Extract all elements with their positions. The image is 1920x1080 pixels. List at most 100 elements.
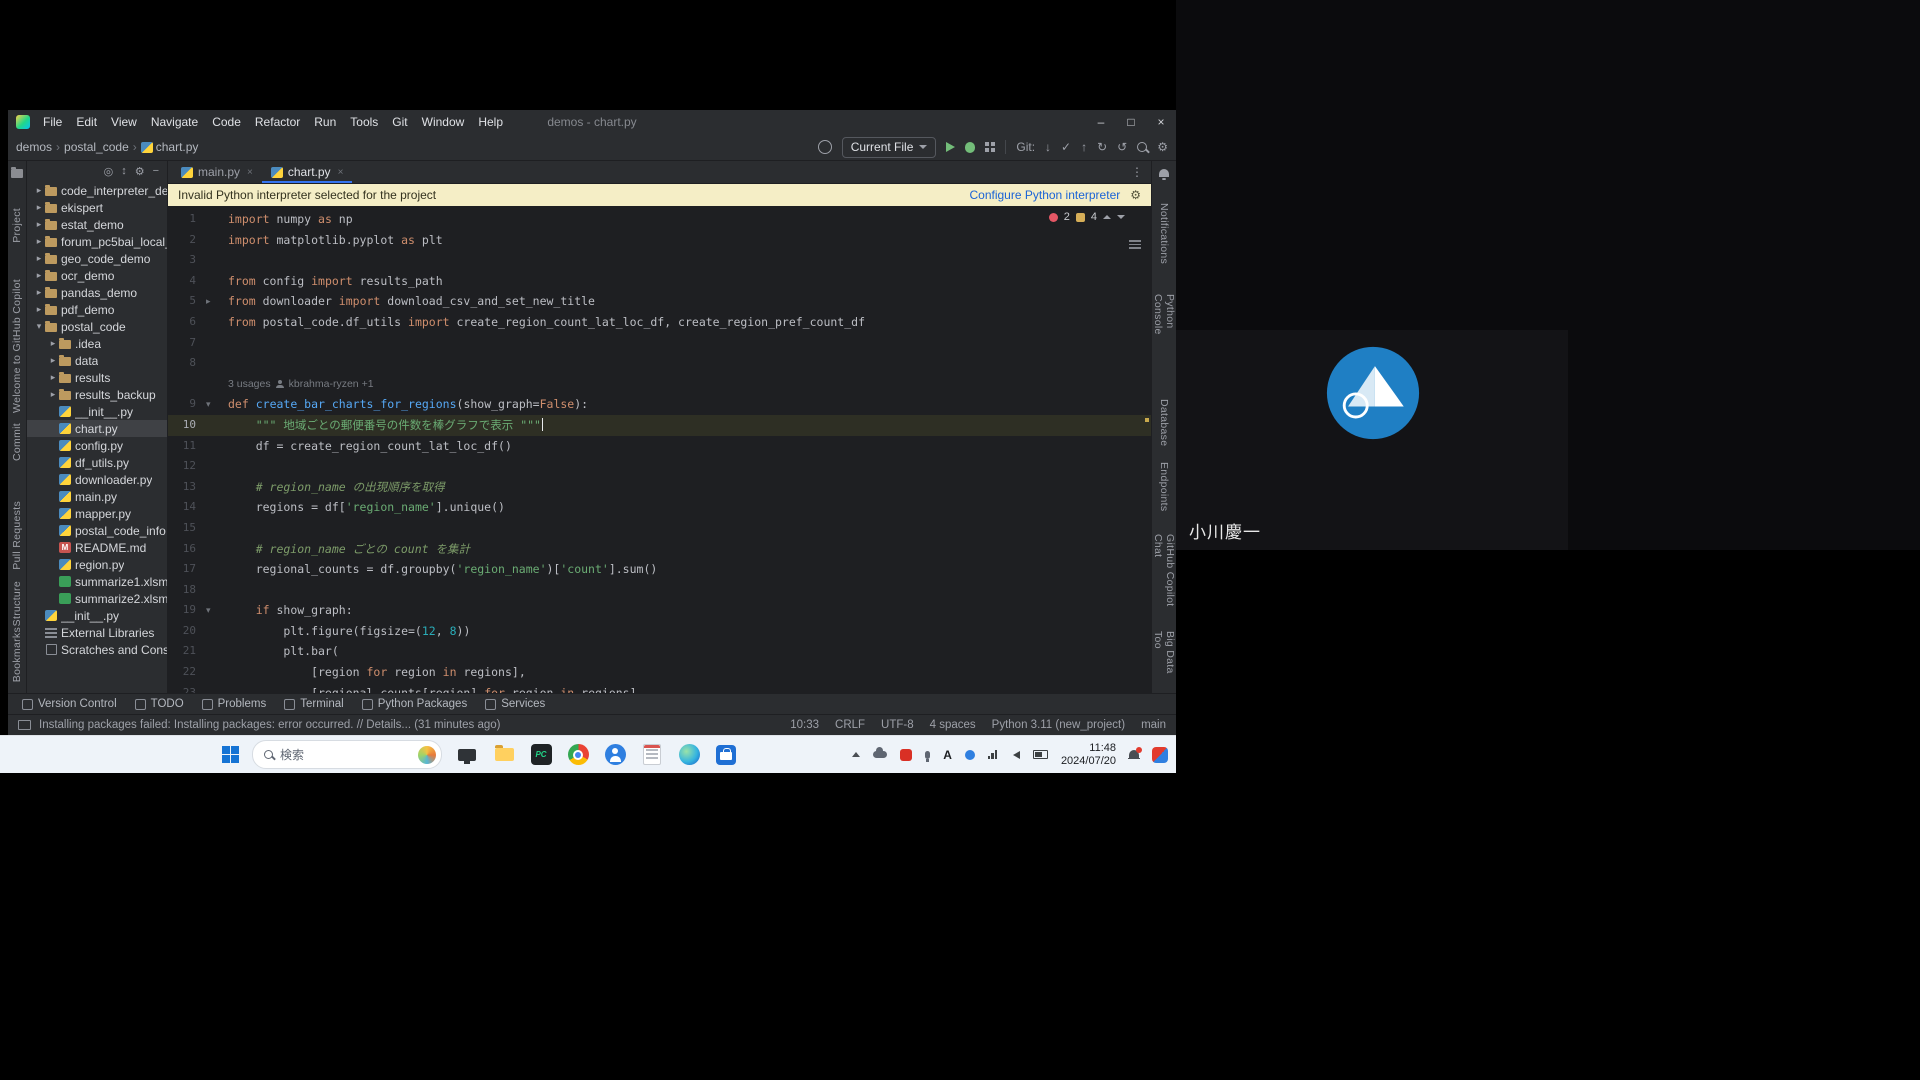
previous-problem-icon[interactable] (1103, 215, 1111, 219)
tree-item-main-py[interactable]: main.py (27, 488, 167, 505)
line-number[interactable]: 15 (168, 518, 196, 539)
code-line-20[interactable]: 20 plt.figure(figsize=(12, 8)) (168, 621, 1151, 642)
line-number[interactable]: 16 (168, 539, 196, 560)
start-button[interactable] (222, 746, 239, 763)
line-number[interactable]: 4 (168, 271, 196, 292)
line-number[interactable]: 18 (168, 580, 196, 601)
menu-tools[interactable]: Tools (343, 110, 385, 134)
git-update-icon[interactable]: ↓ (1045, 140, 1051, 154)
breadcrumb-item-demos[interactable]: demos (16, 140, 52, 154)
status-python-3-11-new-project[interactable]: Python 3.11 (new_project) (992, 719, 1125, 731)
code-line-19[interactable]: 19▾ if show_graph: (168, 600, 1151, 621)
maximize-button[interactable]: □ (1116, 110, 1146, 134)
tree-item-results[interactable]: ▸results (27, 369, 167, 386)
inspections-widget[interactable]: 2 4 (1049, 211, 1125, 223)
tree-item-chart-py[interactable]: chart.py (27, 420, 167, 437)
toolwindow-services[interactable]: Services (485, 698, 545, 710)
git-push-icon[interactable]: ↑ (1081, 140, 1087, 154)
code-editor[interactable]: 2 4 1import numpy as np2import matplotli… (168, 206, 1151, 693)
microphone-icon[interactable] (925, 751, 930, 759)
tree-item-data[interactable]: ▸data (27, 352, 167, 369)
line-number[interactable]: 2 (168, 230, 196, 251)
tray-chevron-up-icon[interactable] (852, 752, 860, 757)
tree-item-code-interpreter-der[interactable]: ▸code_interpreter_der (27, 182, 167, 199)
toolwindow-python-packages[interactable]: Python Packages (362, 698, 468, 710)
taskbar-app-people-icon[interactable] (603, 743, 627, 767)
code-line-9[interactable]: 9▾def create_bar_charts_for_regions(show… (168, 394, 1151, 415)
tab-chart-py[interactable]: chart.py× (262, 161, 353, 183)
status-crlf[interactable]: CRLF (835, 719, 865, 731)
menu-git[interactable]: Git (385, 110, 414, 134)
code-line-14[interactable]: 14 regions = df['region_name'].unique() (168, 497, 1151, 518)
next-problem-icon[interactable] (1117, 215, 1125, 219)
code-line-3[interactable]: 3 (168, 250, 1151, 271)
tree-item-readme-md[interactable]: README.md (27, 539, 167, 556)
code-line-8[interactable]: 8 (168, 353, 1151, 374)
tree-item-mapper-py[interactable]: mapper.py (27, 505, 167, 522)
tree-item-geo-code-demo[interactable]: ▸geo_code_demo (27, 250, 167, 267)
toolwindow-todo[interactable]: TODO (135, 698, 184, 710)
stripe-bookmarks[interactable]: Bookmarks (11, 627, 23, 682)
toolwindow-problems[interactable]: Problems (202, 698, 267, 710)
close-button[interactable]: × (1146, 110, 1176, 134)
menu-file[interactable]: File (36, 110, 69, 134)
warning-stripe-mark[interactable] (1145, 418, 1149, 422)
tree-item-pandas-demo[interactable]: ▸pandas_demo (27, 284, 167, 301)
tree-item-estat-demo[interactable]: ▸estat_demo (27, 216, 167, 233)
menu-run[interactable]: Run (307, 110, 343, 134)
tree-item-scratches-and-consoles[interactable]: Scratches and Consoles (27, 641, 167, 658)
tree-item-summarize2-xlsm[interactable]: summarize2.xlsm (27, 590, 167, 607)
taskbar-clock[interactable]: 11:48 2024/07/20 (1061, 742, 1116, 768)
tree-item-df-utils-py[interactable]: df_utils.py (27, 454, 167, 471)
status-main[interactable]: main (1141, 719, 1166, 731)
stripe-project[interactable]: Project (11, 208, 23, 243)
menu-view[interactable]: View (104, 110, 144, 134)
line-number[interactable]: 13 (168, 477, 196, 498)
code-line-5[interactable]: 5▸from downloader import download_csv_an… (168, 291, 1151, 312)
breadcrumb-item-chart-py[interactable]: chart.py (156, 140, 199, 154)
taskbar-app-pycharm-icon[interactable]: PC (529, 743, 553, 767)
ime-mode-icon[interactable]: A (943, 748, 952, 762)
line-number[interactable]: 9 (168, 394, 196, 415)
tab-main-py[interactable]: main.py× (172, 161, 262, 183)
git-commit-icon[interactable]: ✓ (1061, 140, 1071, 154)
debug-button[interactable] (965, 142, 975, 153)
profile-icon[interactable] (818, 140, 832, 154)
stripe-welcome-to-github-copilot[interactable]: Welcome to GitHub Copilot (11, 279, 23, 413)
tree-item-postal-code-info[interactable]: postal_code_info (27, 522, 167, 539)
line-number[interactable]: 6 (168, 312, 196, 333)
code-line-4[interactable]: 4from config import results_path (168, 271, 1151, 292)
code-line-17[interactable]: 17 regional_counts = df.groupby('region_… (168, 559, 1151, 580)
search-everywhere-icon[interactable] (1137, 142, 1147, 152)
code-line-2[interactable]: 2import matplotlib.pyplot as plt (168, 230, 1151, 251)
line-number[interactable]: 12 (168, 456, 196, 477)
tray-red-app-icon[interactable] (900, 749, 912, 761)
tree-item-postal-code[interactable]: ▾postal_code (27, 318, 167, 335)
line-number[interactable]: 19 (168, 600, 196, 621)
stripe-notifications[interactable]: Notifications (1158, 203, 1170, 264)
line-number[interactable]: 20 (168, 621, 196, 642)
stripe-big-data-too[interactable]: Big Data Too (1152, 631, 1176, 693)
onedrive-cloud-icon[interactable] (873, 751, 887, 758)
editor-menu-icon[interactable] (1129, 238, 1141, 251)
configure-interpreter-link[interactable]: Configure Python interpreter (969, 188, 1120, 202)
run-config-select[interactable]: Current File (842, 137, 937, 158)
rollback-icon[interactable]: ↺ (1117, 140, 1127, 154)
code-line-11[interactable]: 11 df = create_region_count_lat_loc_df() (168, 436, 1151, 457)
panel-settings-icon[interactable]: ⚙ (135, 165, 145, 178)
status-utf-8[interactable]: UTF-8 (881, 719, 914, 731)
taskbar-app-browser-icon[interactable] (677, 743, 701, 767)
stripe-pull-requests[interactable]: Pull Requests (11, 501, 23, 570)
volume-icon[interactable] (1013, 751, 1020, 759)
taskbar-search[interactable]: 検索 (252, 740, 442, 769)
tree-item-region-py[interactable]: region.py (27, 556, 167, 573)
code-line-15[interactable]: 15 (168, 518, 1151, 539)
code-line-1[interactable]: 1import numpy as np (168, 209, 1151, 230)
line-number[interactable]: 7 (168, 333, 196, 354)
menu-help[interactable]: Help (471, 110, 510, 134)
taskbar-app-store-icon[interactable] (714, 743, 738, 767)
line-number[interactable]: 5 (168, 291, 196, 312)
tree-item-forum-pc5bai-local[interactable]: ▸forum_pc5bai_local_ (27, 233, 167, 250)
expand-collapse-icon[interactable]: ↕ (121, 165, 127, 177)
taskbar-app-notes-icon[interactable] (640, 743, 664, 767)
